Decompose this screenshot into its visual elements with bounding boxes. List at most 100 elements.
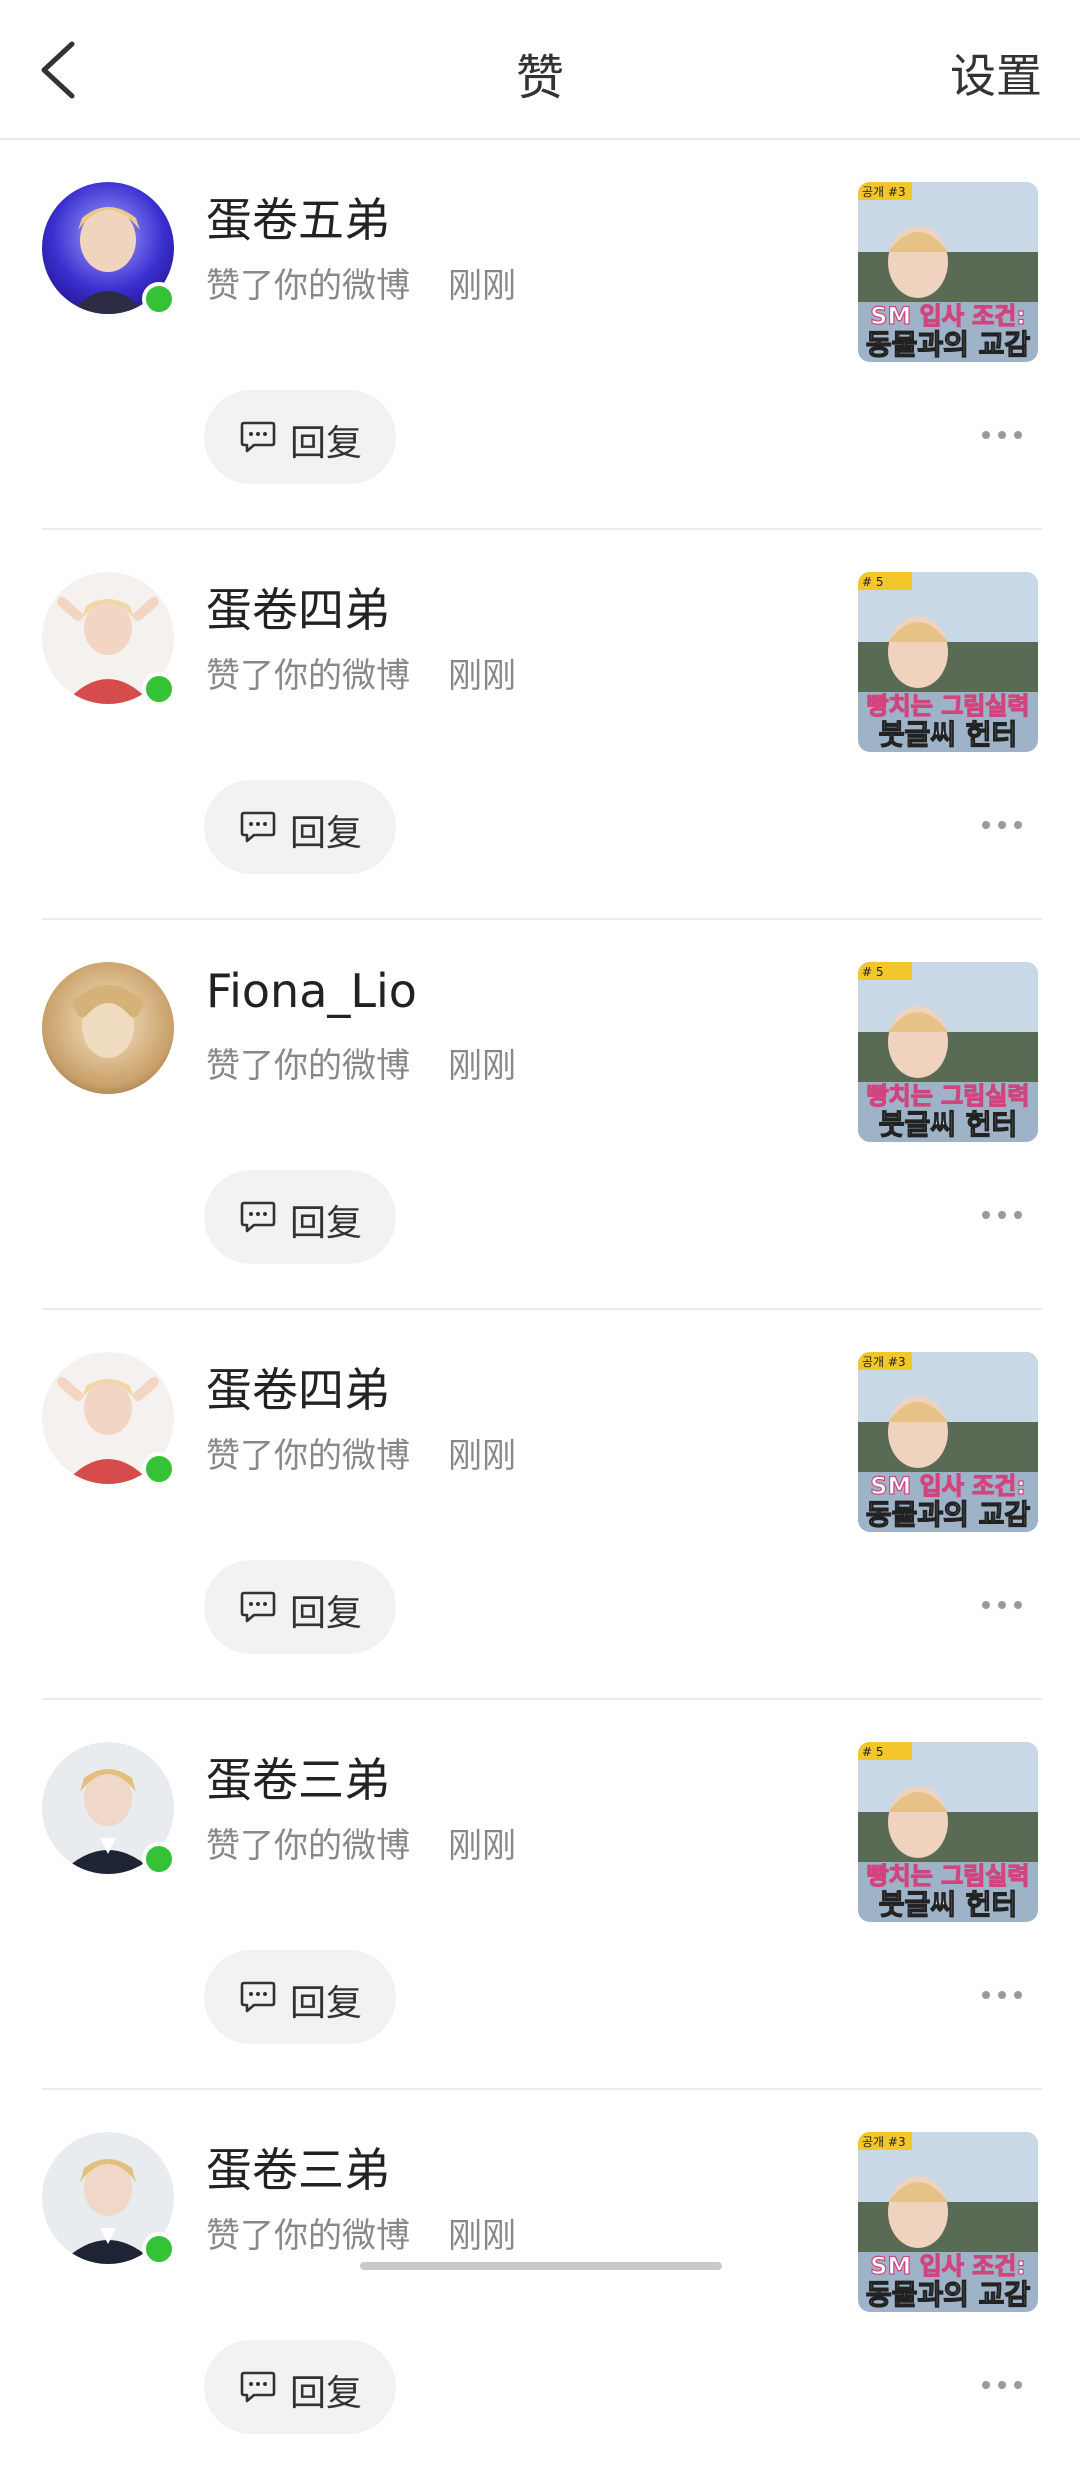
username[interactable]: 蛋卷三弟 [206, 1744, 390, 1810]
svg-text:SM 입사 조건:: SM 입사 조건: [870, 2252, 1026, 2280]
reply-label: 回复 [290, 1983, 363, 2024]
more-dot-icon [998, 821, 1006, 829]
timestamp: 刚刚 [448, 1046, 516, 1086]
svg-text:# 5: # 5 [862, 965, 884, 979]
comment-icon [240, 1591, 276, 1623]
more-dot-icon [1014, 1211, 1022, 1219]
more-dot-icon [998, 1991, 1006, 1999]
avatar-image [42, 962, 174, 1094]
settings-button[interactable]: 设置 [950, 40, 1042, 106]
reply-button[interactable]: 回复 [204, 390, 396, 484]
more-dot-icon [998, 1211, 1006, 1219]
like-action-text: 赞了你的微博 [206, 1046, 410, 1086]
svg-text:빵치는 그림실력: 빵치는 그림실력 [867, 1082, 1030, 1110]
username[interactable]: Fiona_Lio [206, 964, 417, 1018]
svg-text:빵치는 그림실력: 빵치는 그림실력 [867, 692, 1030, 720]
svg-text:빵치는 그림실력: 빵치는 그림실력 [867, 1862, 1030, 1890]
like-action-text: 赞了你的微博 [206, 266, 410, 306]
reply-button[interactable]: 回复 [204, 1950, 396, 2044]
more-options-button[interactable] [982, 1980, 1022, 2010]
svg-text:공개 #3: 공개 #3 [862, 1355, 906, 1369]
reply-button[interactable]: 回复 [204, 1560, 396, 1654]
post-thumbnail[interactable]: # 5 빵치는 그림실력 붓글씨 헌터 [858, 962, 1038, 1142]
more-dot-icon [982, 431, 990, 439]
notification-item[interactable]: Fiona_Lio 赞了你的微博 刚刚 # 5 빵치는 그림실력 붓글씨 헌터 回复 [0, 920, 1080, 1310]
like-action-text: 赞了你的微博 [206, 2216, 410, 2256]
timestamp: 刚刚 [448, 656, 516, 696]
more-dot-icon [982, 1991, 990, 1999]
more-dot-icon [982, 1211, 990, 1219]
reply-label: 回复 [290, 2373, 363, 2414]
username[interactable]: 蛋卷三弟 [206, 2134, 390, 2200]
timestamp: 刚刚 [448, 1436, 516, 1476]
online-status-dot [142, 2232, 176, 2266]
notification-item[interactable]: 蛋卷四弟赞了你的微博 刚刚 공개 #3 SM 입사 조건: 동물과의 교감 回复 [0, 1310, 1080, 1700]
more-options-button[interactable] [982, 420, 1022, 450]
post-thumbnail[interactable]: 공개 #3 SM 입사 조건: 동물과의 교감 [858, 1352, 1038, 1532]
comment-icon [240, 811, 276, 843]
svg-text:# 5: # 5 [862, 1745, 884, 1759]
notification-item[interactable]: 蛋卷三弟赞了你的微博 刚刚 공개 #3 SM 입사 조건: 동물과의 교감 回复 [0, 2090, 1080, 2480]
svg-text:붓글씨 헌터: 붓글씨 헌터 [879, 1108, 1018, 1141]
more-dot-icon [998, 431, 1006, 439]
avatar[interactable] [42, 182, 176, 316]
home-indicator [360, 2262, 722, 2270]
avatar[interactable] [42, 1742, 176, 1876]
more-options-button[interactable] [982, 1200, 1022, 1230]
like-action-text: 赞了你的微博 [206, 656, 410, 696]
more-options-button[interactable] [982, 2370, 1022, 2400]
post-thumbnail[interactable]: # 5 빵치는 그림실력 붓글씨 헌터 [858, 1742, 1038, 1922]
notification-item[interactable]: 蛋卷三弟 赞了你的微博 刚刚 # 5 빵치는 그림실력 붓글씨 헌터 回复 [0, 1700, 1080, 2090]
post-thumbnail[interactable]: 공개 #3 SM 입사 조건: 동물과의 교감 [858, 182, 1038, 362]
avatar[interactable] [42, 2132, 176, 2266]
reply-button[interactable]: 回复 [204, 780, 396, 874]
reply-button[interactable]: 回复 [204, 1170, 396, 1264]
svg-text:SM 입사 조건:: SM 입사 조건: [870, 302, 1026, 330]
notification-item[interactable]: 蛋卷四弟赞了你的微博 刚刚 # 5 빵치는 그림실력 붓글씨 헌터 回复 [0, 530, 1080, 920]
post-thumbnail[interactable]: # 5 빵치는 그림실력 붓글씨 헌터 [858, 572, 1038, 752]
page-title: 赞 [515, 50, 564, 106]
comment-icon [240, 1981, 276, 2013]
avatar[interactable] [42, 962, 174, 1094]
like-action-text: 赞了你的微博 [206, 1436, 410, 1476]
svg-text:동물과의 교감: 동물과의 교감 [866, 1498, 1031, 1531]
username[interactable]: 蛋卷四弟 [206, 574, 390, 640]
online-status-dot [142, 1842, 176, 1876]
more-dot-icon [982, 821, 990, 829]
post-thumbnail[interactable]: 공개 #3 SM 입사 조건: 동물과의 교감 [858, 2132, 1038, 2312]
more-dot-icon [1014, 2381, 1022, 2389]
more-options-button[interactable] [982, 1590, 1022, 1620]
more-dot-icon [982, 1601, 990, 1609]
more-dot-icon [1014, 431, 1022, 439]
reply-label: 回复 [290, 423, 363, 464]
online-status-dot [142, 672, 176, 706]
more-dot-icon [998, 2381, 1006, 2389]
reply-button[interactable]: 回复 [204, 2340, 396, 2434]
more-dot-icon [998, 1601, 1006, 1609]
timestamp: 刚刚 [448, 266, 516, 306]
svg-text:동물과의 교감: 동물과의 교감 [866, 2278, 1031, 2311]
timestamp: 刚刚 [448, 2216, 516, 2256]
username[interactable]: 蛋卷五弟 [206, 184, 390, 250]
reply-label: 回复 [290, 1203, 363, 1244]
svg-text:동물과의 교감: 동물과의 교감 [866, 328, 1031, 361]
comment-icon [240, 1201, 276, 1233]
comment-icon [240, 421, 276, 453]
svg-text:공개 #3: 공개 #3 [862, 185, 906, 199]
notification-item[interactable]: 蛋卷五弟赞了你的微博 刚刚 공개 #3 SM 입사 조건: 동물과의 교감 回复 [0, 140, 1080, 530]
svg-text:SM 입사 조건:: SM 입사 조건: [870, 1472, 1026, 1500]
online-status-dot [142, 1452, 176, 1486]
reply-label: 回复 [290, 1593, 363, 1634]
more-dot-icon [1014, 1601, 1022, 1609]
more-dot-icon [982, 2381, 990, 2389]
more-dot-icon [1014, 1991, 1022, 1999]
avatar[interactable] [42, 572, 176, 706]
username[interactable]: 蛋卷四弟 [206, 1354, 390, 1420]
more-options-button[interactable] [982, 810, 1022, 840]
comment-icon [240, 2371, 276, 2403]
svg-text:공개 #3: 공개 #3 [862, 2135, 906, 2149]
like-action-text: 赞了你的微博 [206, 1826, 410, 1866]
top-nav-bar: 赞 设置 [0, 0, 1080, 140]
more-dot-icon [1014, 821, 1022, 829]
avatar[interactable] [42, 1352, 176, 1486]
